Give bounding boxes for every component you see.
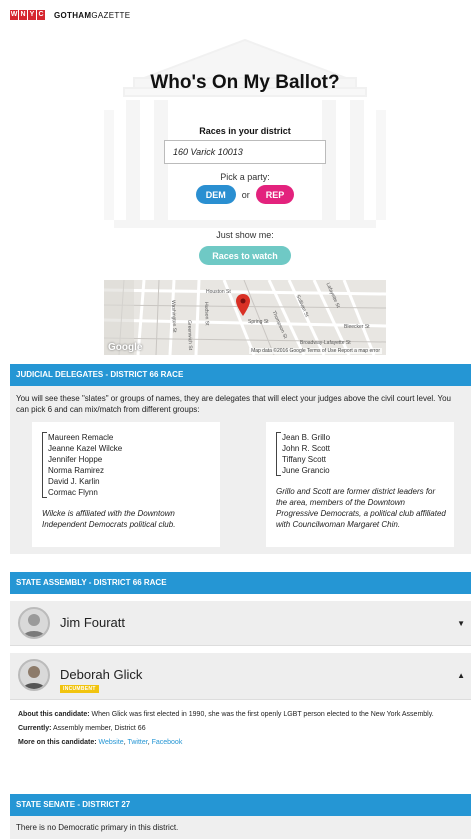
candidate-name: Deborah Glick <box>60 667 143 682</box>
or-label: or <box>241 189 250 200</box>
delegate-name: Tiffany Scott <box>282 455 327 464</box>
facebook-link[interactable]: Facebook <box>152 739 183 746</box>
street-label: Bleecker St <box>344 324 370 330</box>
person-silhouette-icon <box>23 666 45 689</box>
section-heading: JUDICIAL DELEGATES - DISTRICT 66 RACE <box>10 364 471 386</box>
collapse-caret-icon[interactable]: ▲ <box>457 671 465 680</box>
website-link[interactable]: Website <box>99 739 124 746</box>
races-to-watch-button[interactable]: Races to watch <box>199 246 291 265</box>
street-label: Houston St <box>206 289 231 295</box>
address-input[interactable] <box>164 140 326 164</box>
delegate-name: June Grancio <box>282 466 330 475</box>
more-line: More on this candidate: Website, Twitter… <box>18 739 183 746</box>
delegate-name: Jennifer Hoppe <box>48 455 103 464</box>
incumbent-badge: INCUMBENT <box>60 685 99 693</box>
street-label: Washington St <box>170 300 178 333</box>
currently-label: Currently: <box>18 725 52 732</box>
delegate-name: Jeanne Kazel Wilcke <box>48 444 123 453</box>
currently-text: Assembly member, District 66 <box>53 725 146 732</box>
logo-letter: C <box>37 10 45 20</box>
slate-card: Jean B. Grillo John R. Scott Tiffany Sco… <box>266 422 454 547</box>
delegate-name: Maureen Remacle <box>48 433 114 442</box>
rep-button[interactable]: REP <box>255 185 295 204</box>
district-map[interactable]: Houston St Spring St Bleecker St Broadwa… <box>104 280 386 355</box>
state-assembly-section: STATE ASSEMBLY - DISTRICT 66 RACE <box>10 572 471 594</box>
more-label: More on this candidate: <box>18 739 97 746</box>
candidate-details: About this candidate: When Glick was fir… <box>10 704 471 770</box>
slate-card: Maureen Remacle Jeanne Kazel Wilcke Jenn… <box>32 422 220 547</box>
party-prompt: Pick a party: <box>220 172 270 182</box>
delegate-name: Jean B. Grillo <box>282 433 331 442</box>
location-pin-icon[interactable] <box>236 294 250 316</box>
person-silhouette-icon <box>23 614 45 637</box>
senate-text: There is no Democratic primary in this d… <box>16 823 179 832</box>
street-label: Spring St <box>248 319 269 325</box>
currently-line: Currently: Assembly member, District 66 <box>18 722 463 736</box>
twitter-link[interactable]: Twitter <box>127 739 147 746</box>
show-prompt: Just show me: <box>216 230 274 240</box>
logo-bold: GOTHAM <box>54 10 92 20</box>
candidate-row-fouratt[interactable]: Jim Fouratt ▼ <box>10 601 471 646</box>
google-logo: Google <box>108 342 143 353</box>
about-line: About this candidate: When Glick was fir… <box>18 708 463 722</box>
logo-letter: W <box>10 10 18 20</box>
avatar <box>18 659 50 691</box>
slate-note: Grillo and Scott are former district lea… <box>276 487 446 529</box>
map-credits[interactable]: Map data ©2016 Google Terms of Use Repor… <box>249 348 382 354</box>
logo-rest: GAZETTE <box>91 10 131 20</box>
wnyc-logo[interactable]: W N Y C <box>10 10 45 20</box>
section-intro: You will see these "slates" or groups of… <box>16 394 451 414</box>
candidate-name: Jim Fouratt <box>60 615 126 630</box>
judicial-delegates-section: JUDICIAL DELEGATES - DISTRICT 66 RACE Yo… <box>10 364 471 554</box>
delegate-name: Cormac Flynn <box>48 488 98 497</box>
page-title: Who's On My Ballot? <box>150 72 340 93</box>
delegate-name: John R. Scott <box>282 444 331 453</box>
dem-button[interactable]: DEM <box>195 185 236 204</box>
about-label: About this candidate: <box>18 711 90 718</box>
about-text: When Glick was first elected in 1990, sh… <box>91 711 434 718</box>
street-label: Hudson St <box>203 302 210 326</box>
street-label: Greenwich St <box>186 320 194 351</box>
logo-letter: N <box>19 10 27 20</box>
section-heading: STATE ASSEMBLY - DISTRICT 66 RACE <box>10 572 471 594</box>
ballot-lookup-hero: Who's On My Ballot? Races in your distri… <box>104 30 386 265</box>
slate-names: Maureen Remacle Jeanne Kazel Wilcke Jenn… <box>42 432 220 498</box>
state-senate-section: STATE SENATE - DISTRICT 27 There is no D… <box>10 794 471 839</box>
avatar <box>18 607 50 639</box>
delegate-name: Norma Ramirez <box>48 466 105 475</box>
street-label: Broadway-Lafayette St <box>300 340 351 346</box>
slate-names: Jean B. Grillo John R. Scott Tiffany Sco… <box>276 432 454 476</box>
expand-caret-icon[interactable]: ▼ <box>457 619 465 628</box>
slate-note: Wilcke is affiliated with the Downtown I… <box>42 509 176 529</box>
section-heading: STATE SENATE - DISTRICT 27 <box>10 794 471 816</box>
candidate-row-glick[interactable]: Deborah Glick INCUMBENT ▲ <box>10 653 471 700</box>
party-picker: DEM or REP <box>104 185 386 204</box>
gotham-gazette-logo[interactable]: GOTHAMGAZETTE <box>54 11 130 20</box>
logo-letter: Y <box>28 10 36 20</box>
races-label: Races in your district <box>199 126 291 136</box>
top-bar: W N Y C GOTHAMGAZETTE <box>0 0 471 30</box>
delegate-name: David J. Karlin <box>48 477 100 486</box>
